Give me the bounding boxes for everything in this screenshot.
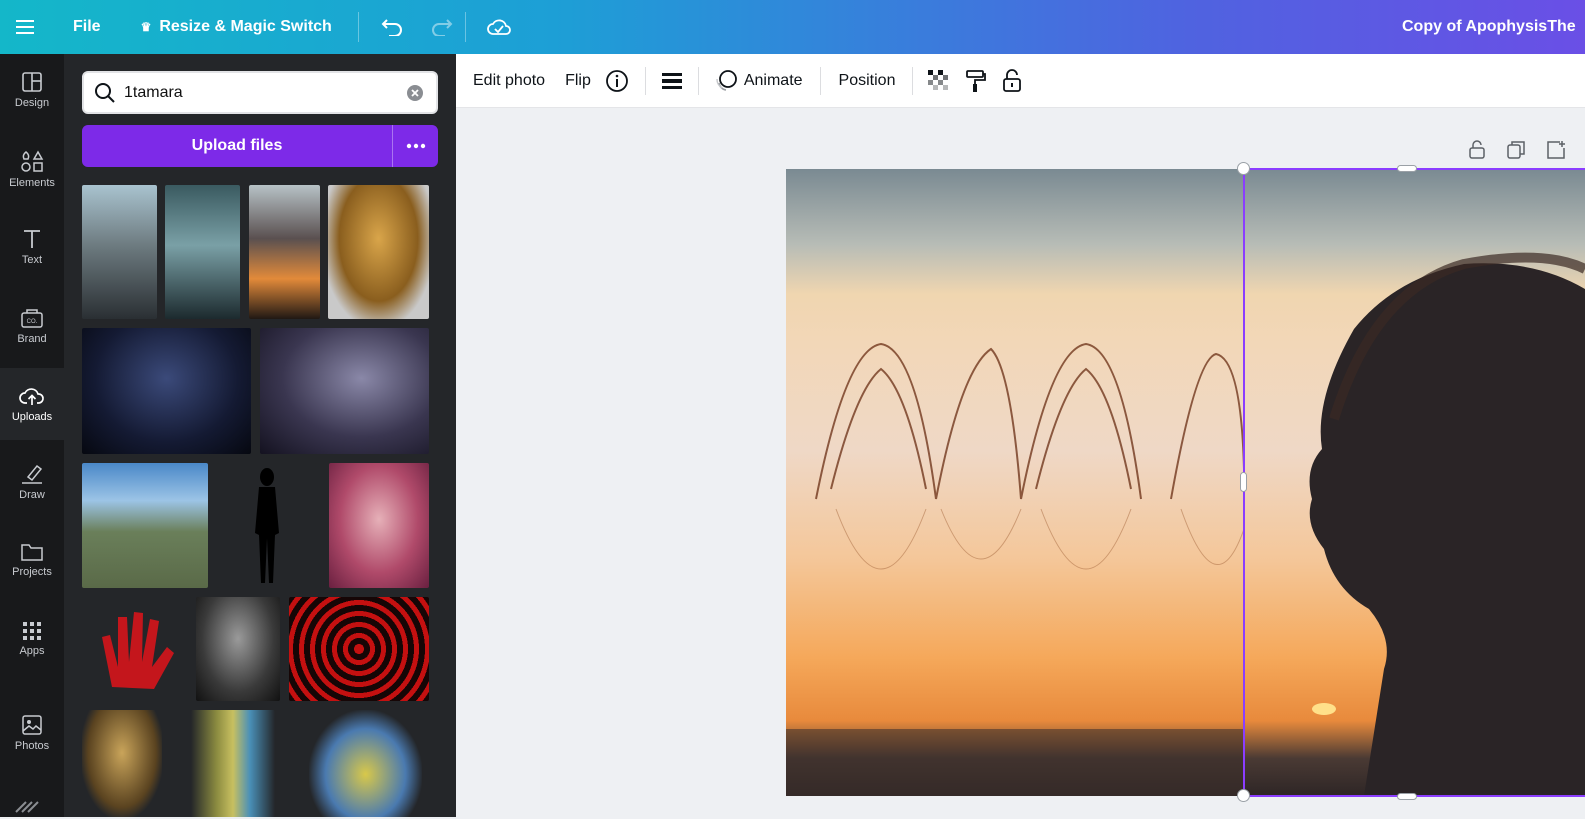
- animate-label: Animate: [743, 71, 803, 89]
- rail-label: Draw: [19, 489, 45, 501]
- more-options-icon[interactable]: [393, 125, 438, 167]
- rail-label: Text: [21, 254, 43, 266]
- resize-handle-bottom[interactable]: [1397, 793, 1417, 800]
- page-lock-icon[interactable]: [1466, 139, 1488, 161]
- upload-files-button-group: Upload files: [82, 125, 438, 167]
- context-toolbar: Edit photo Flip Animate Position: [456, 54, 1585, 108]
- undo-icon[interactable]: [377, 0, 407, 54]
- resize-label: Resize & Magic Switch: [159, 18, 332, 35]
- divider: [464, 12, 466, 42]
- file-menu-button[interactable]: File: [73, 0, 101, 54]
- search-box: [82, 71, 438, 114]
- add-page-icon[interactable]: [1545, 139, 1567, 161]
- rail-label: Projects: [12, 566, 52, 578]
- upload-thumbnail[interactable]: [165, 185, 240, 319]
- info-icon[interactable]: [605, 69, 629, 93]
- svg-text:CO.: CO.: [27, 319, 38, 325]
- rail-item-apps[interactable]: Apps: [0, 603, 64, 675]
- rail-item-brand[interactable]: CO. Brand: [0, 290, 64, 362]
- resize-magic-switch-button[interactable]: ♛ Resize & Magic Switch: [141, 0, 332, 54]
- rail-label: Uploads: [11, 411, 53, 423]
- resize-handle-left[interactable]: [1240, 472, 1247, 492]
- upload-thumbnail[interactable]: [328, 185, 429, 319]
- rail-label: Brand: [17, 333, 47, 345]
- rail-label: Apps: [19, 645, 45, 657]
- rail-label: Elements: [9, 177, 55, 189]
- upload-thumbnail[interactable]: [82, 710, 162, 817]
- side-rail: Design Elements Text CO. Brand Uploads D…: [0, 54, 64, 817]
- flip-button[interactable]: Flip: [565, 72, 591, 90]
- selection-frame[interactable]: [1243, 168, 1585, 797]
- upload-thumbnail[interactable]: [289, 597, 429, 701]
- rail-label: Photos: [14, 740, 50, 752]
- redo-icon[interactable]: [427, 0, 457, 54]
- upload-thumbnail[interactable]: [82, 597, 192, 701]
- divider: [912, 66, 914, 95]
- clear-search-icon[interactable]: [406, 84, 424, 102]
- divider: [644, 66, 646, 95]
- resize-handle-top[interactable]: [1397, 165, 1417, 172]
- folder-icon: [21, 544, 43, 561]
- more-tools-icon[interactable]: [14, 794, 44, 814]
- divider: [357, 12, 359, 42]
- draw-icon: [22, 464, 43, 484]
- resize-handle-bottom-left[interactable]: [1237, 789, 1250, 802]
- duplicate-page-icon[interactable]: [1505, 139, 1527, 161]
- hamburger-menu-icon[interactable]: [0, 0, 50, 54]
- elements-icon: [21, 150, 44, 172]
- edit-photo-button[interactable]: Edit photo: [473, 72, 545, 90]
- upload-thumbnail[interactable]: [329, 463, 429, 588]
- cloud-saved-icon[interactable]: [484, 0, 514, 54]
- crown-icon: ♛: [140, 20, 152, 34]
- divider: [697, 66, 699, 95]
- upload-thumbnail[interactable]: [217, 463, 317, 588]
- upload-thumbnail[interactable]: [82, 185, 157, 319]
- uploads-panel: Upload files: [64, 54, 456, 817]
- top-bar: File ♛ Resize & Magic Switch Copy of Apo…: [0, 0, 1585, 54]
- search-icon: [94, 82, 116, 104]
- rail-item-draw[interactable]: Draw: [0, 446, 64, 518]
- rail-item-photos[interactable]: Photos: [0, 697, 64, 769]
- rail-item-projects[interactable]: Projects: [0, 524, 64, 596]
- upload-thumbnail[interactable]: [82, 463, 208, 588]
- border-style-icon[interactable]: [661, 71, 683, 91]
- apps-grid-icon: [23, 622, 41, 640]
- upload-cloud-icon: [19, 388, 44, 405]
- animate-icon: [716, 69, 737, 91]
- upload-thumbnail[interactable]: [82, 328, 251, 454]
- transparency-icon[interactable]: [928, 69, 950, 92]
- brand-icon: CO.: [21, 309, 43, 328]
- upload-thumbnail[interactable]: [191, 710, 275, 817]
- position-button[interactable]: Position: [839, 72, 896, 90]
- artwork-pattern: [786, 342, 1244, 796]
- rail-label: Design: [14, 97, 50, 109]
- paint-roller-icon[interactable]: [965, 69, 987, 93]
- photo-icon: [22, 715, 42, 735]
- rail-item-elements[interactable]: Elements: [0, 133, 64, 205]
- rail-item-uploads[interactable]: Uploads: [0, 368, 64, 440]
- upload-thumbnail[interactable]: [260, 328, 429, 454]
- document-title[interactable]: Copy of ApophysisThe: [1402, 0, 1576, 54]
- divider: [819, 66, 821, 95]
- rail-item-design[interactable]: Design: [0, 54, 64, 126]
- rail-item-text[interactable]: Text: [0, 211, 64, 283]
- lock-icon[interactable]: [1002, 68, 1022, 93]
- upload-thumbnail[interactable]: [309, 710, 422, 817]
- upload-thumbnail[interactable]: [196, 597, 280, 701]
- search-input[interactable]: [124, 83, 394, 102]
- text-icon: [24, 230, 40, 248]
- design-icon: [22, 72, 42, 92]
- upload-thumbnail[interactable]: [249, 185, 320, 319]
- animate-button[interactable]: Animate: [714, 69, 803, 93]
- resize-handle-top-left[interactable]: [1237, 162, 1250, 175]
- upload-files-button[interactable]: Upload files: [82, 125, 393, 167]
